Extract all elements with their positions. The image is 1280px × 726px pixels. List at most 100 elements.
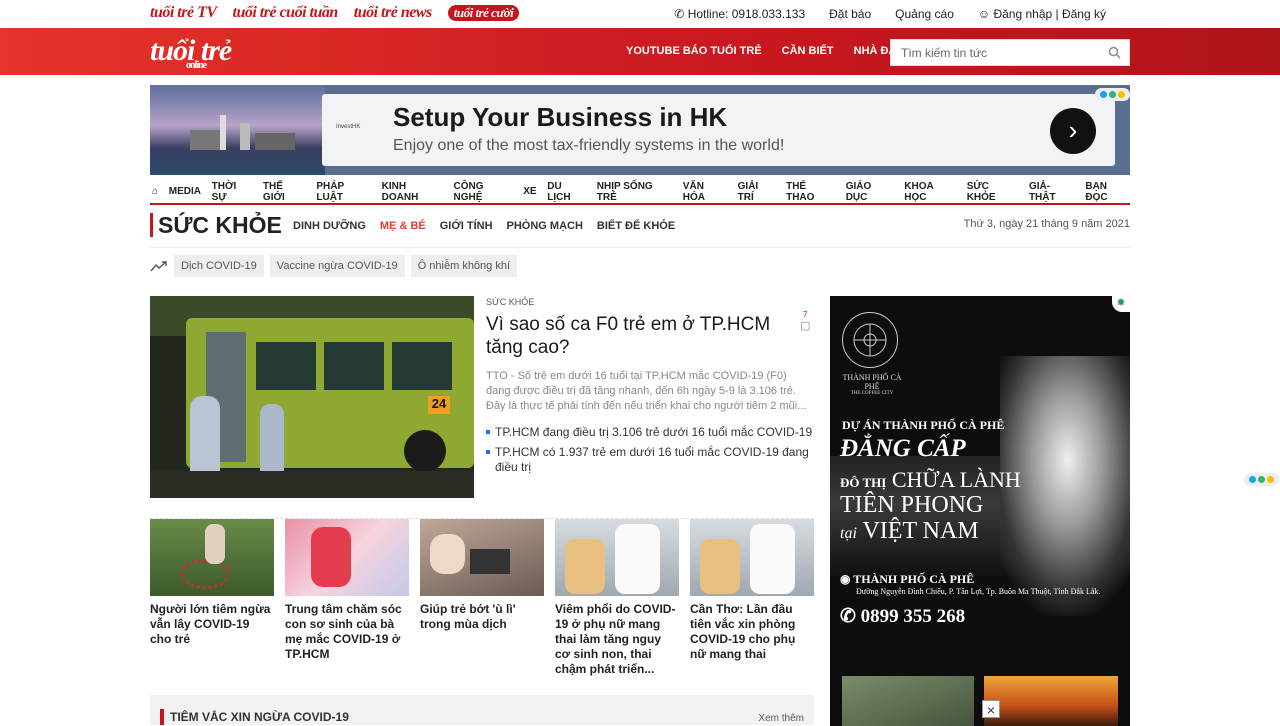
side-line2: ĐÔ THỊ CHỮA LÀNH [840, 467, 1021, 493]
comment-icon: ▢ [800, 320, 811, 332]
category-title[interactable]: SỨC KHỎE [158, 212, 282, 239]
story-card[interactable]: Người lớn tiêm ngừa vẫn lây COVID-19 cho… [150, 519, 274, 647]
story-title: Người lớn tiêm ngừa vẫn lây COVID-19 cho… [150, 602, 271, 646]
brand-tuoitre-news[interactable]: tuổi trẻ news [354, 4, 432, 22]
brand-tuoitre-tv[interactable]: tuổi trẻ TV [150, 4, 217, 22]
side-project: DỰ ÁN THÀNH PHỐ CÀ PHÊ [842, 418, 1005, 432]
side-ad-aerial-image [842, 676, 974, 726]
phone-icon: ✆ [840, 606, 861, 627]
nav-item[interactable]: XE [523, 186, 536, 197]
nav-item[interactable]: GIẢ-THẬT [1029, 181, 1075, 203]
nav-item[interactable]: SỨC KHỎE [967, 181, 1019, 203]
nav-item[interactable]: KHOA HỌC [904, 181, 956, 203]
comment-count[interactable]: 7 ▢ [800, 310, 810, 332]
logo-sub: online [186, 60, 207, 71]
trend-tag[interactable]: Ô nhiễm không khí [410, 255, 518, 277]
logo-caption-vi: THÀNH PHỐ CÀ PHÊ [842, 373, 902, 391]
nav-item[interactable]: VĂN HÓA [683, 181, 727, 203]
site-logo[interactable]: tuổi trẻ online [150, 34, 232, 71]
lead-tag[interactable]: SỨC KHỎE [486, 297, 534, 307]
login-link[interactable]: ☺ Đăng nhập | Đăng ký [978, 7, 1106, 21]
main-nav: ⌂ MEDIA THỜI SỰ THẾ GIỚI PHÁP LUẬT KINH … [150, 180, 1130, 205]
story-grid: Người lớn tiêm ngừa vẫn lây COVID-19 cho… [150, 518, 814, 678]
current-date: Thứ 3, ngày 21 tháng 9 năm 2021 [963, 218, 1130, 230]
story-image [555, 519, 679, 596]
nav-item[interactable]: GIẢI TRÍ [738, 181, 776, 203]
ad-choices-icon[interactable] [1095, 88, 1130, 101]
story-image [420, 519, 544, 596]
banner-subtitle: Enjoy one of the most tax-friendly syste… [393, 137, 785, 154]
subnav-gioi-tinh[interactable]: GIỚI TÍNH [440, 220, 493, 232]
nav-item[interactable]: DU LỊCH [547, 181, 586, 203]
logo-caption-en: THE COFFEE CITY [850, 391, 894, 396]
subnav-dinh-duong[interactable]: DINH DƯỠNG [293, 220, 366, 232]
ad-corner-icon[interactable]: ✸ [1112, 296, 1130, 312]
story-card[interactable]: Trung tâm chăm sóc con sơ sinh của bà mẹ… [285, 519, 409, 662]
nav-item[interactable]: GIÁO DỤC [846, 181, 894, 203]
related-link[interactable]: TP.HCM có 1.937 trẻ em dưới 16 tuổi mắc … [486, 445, 816, 475]
story-title: Cần Thơ: Lần đầu tiên vắc xin phòng COVI… [690, 602, 796, 661]
trending-icon [150, 261, 167, 272]
brand-tuoitre-cuoi[interactable]: tuổi trẻ cười [447, 5, 520, 21]
subnav-me-be[interactable]: MẸ & BÉ [380, 220, 426, 232]
bus-image: 24 [186, 318, 474, 472]
story-image [150, 519, 274, 596]
subnav-phong-mach[interactable]: PHÒNG MẠCH [507, 220, 583, 232]
side-brand-text: THÀNH PHỐ CÀ PHÊ [853, 572, 975, 586]
story-card[interactable]: Giúp trẻ bớt 'ù lì' trong mùa dịch [420, 519, 544, 632]
brand-links: tuổi trẻ TV tuổi trẻ cuối tuần tuổi trẻ … [150, 4, 520, 22]
nav-item[interactable]: MEDIA [169, 186, 201, 197]
banner-title: Setup Your Business in HK [393, 102, 728, 132]
related-link[interactable]: TP.HCM đang điều trị 3.106 trẻ dưới 16 t… [486, 425, 816, 440]
banner-ad[interactable]: InvestHK Setup Your Business in HK Enjoy… [150, 85, 1130, 175]
search-input[interactable]: Tìm kiếm tin tức [890, 39, 1130, 66]
nav-item[interactable]: PHÁP LUẬT [316, 181, 371, 203]
nav-item[interactable]: CÔNG NGHỆ [454, 181, 513, 203]
trend-tag[interactable]: Dịch COVID-19 [174, 255, 264, 277]
story-card[interactable]: Cần Thơ: Lần đầu tiên vắc xin phòng COVI… [690, 519, 814, 662]
nav-item[interactable]: THẾ GIỚI [263, 181, 306, 203]
header-link-youtube[interactable]: YOUTUBE BÁO TUỔI TRẺ [626, 45, 762, 57]
header-link-can-biet[interactable]: CẦN BIẾT [782, 45, 834, 57]
login-text: Đăng nhập | Đăng ký [993, 7, 1106, 21]
phone-icon: ✆ [674, 7, 688, 21]
side-line4: tại VIỆT NAM [840, 518, 979, 545]
vaccine-box: TIÊM VẮC XIN NGỪA COVID-19 Xem thêm [150, 695, 814, 725]
home-icon[interactable]: ⌂ [152, 186, 158, 197]
lead-story-image[interactable]: 24 [150, 296, 474, 498]
trend-tag[interactable]: Vaccine ngừa COVID-19 [269, 255, 405, 277]
vaccine-box-title[interactable]: TIÊM VẮC XIN NGỪA COVID-19 [170, 710, 349, 724]
investhk-logo: InvestHK [336, 124, 361, 130]
chevron-right-icon[interactable]: › [1050, 108, 1096, 154]
top-bar: tuổi trẻ TV tuổi trẻ cuối tuần tuổi trẻ … [0, 0, 1280, 28]
close-icon[interactable]: × [982, 700, 1000, 718]
ad-choices-icon[interactable] [1244, 473, 1279, 486]
subscribe-link[interactable]: Đặt báo [829, 7, 871, 21]
nav-item[interactable]: THỂ THAO [786, 181, 835, 203]
category-subnav: DINH DƯỠNG MẸ & BÉ GIỚI TÍNH PHÒNG MẠCH … [293, 220, 675, 232]
trending-tags: Dịch COVID-19 Vaccine ngừa COVID-19 Ô nh… [150, 255, 518, 277]
story-card[interactable]: Viêm phổi do COVID-19 ở phụ nữ mang thai… [555, 519, 679, 677]
logo-caption: THÀNH PHỐ CÀ PHÊ THE COFFEE CITY [842, 373, 902, 396]
brand-tuoitre-cuoituan[interactable]: tuổi trẻ cuối tuần [233, 4, 339, 22]
nav-item[interactable]: KINH DOANH [382, 181, 443, 203]
story-title: Trung tâm chăm sóc con sơ sinh của bà mẹ… [285, 602, 402, 661]
side-ad-sunset-image [984, 676, 1118, 726]
advertise-link[interactable]: Quảng cáo [895, 7, 954, 21]
location-icon: ◉ [840, 572, 854, 586]
hotline[interactable]: ✆ Hotline: 0918.033.133 [674, 7, 805, 21]
nav-item[interactable]: BẠN ĐỌC [1085, 181, 1130, 203]
subnav-biet-de-khoe[interactable]: BIẾT ĐỂ KHỎE [597, 220, 675, 232]
header-links: YOUTUBE BÁO TUỔI TRẺ CẦN BIẾT NHÀ ĐẤT [626, 45, 903, 57]
search-icon[interactable] [1108, 46, 1121, 59]
lead-title[interactable]: Vì sao số ca F0 trẻ em ở TP.HCM tăng cao… [486, 313, 786, 359]
side-phone: ✆ 0899 355 268 [840, 605, 965, 628]
banner-skyline-image [150, 85, 325, 175]
nav-item[interactable]: NHỊP SỐNG TRẺ [597, 181, 672, 203]
see-more-link[interactable]: Xem thêm [758, 713, 804, 724]
nav-item[interactable]: THỜI SỰ [212, 181, 253, 203]
side-ad[interactable]: THÀNH PHỐ CÀ PHÊ THE COFFEE CITY DỰ ÁN TH… [830, 296, 1130, 726]
story-title: Giúp trẻ bớt 'ù lì' trong mùa dịch [420, 602, 516, 631]
story-title: Viêm phổi do COVID-19 ở phụ nữ mang thai… [555, 602, 676, 676]
side-line3: TIÊN PHONG [840, 492, 984, 518]
